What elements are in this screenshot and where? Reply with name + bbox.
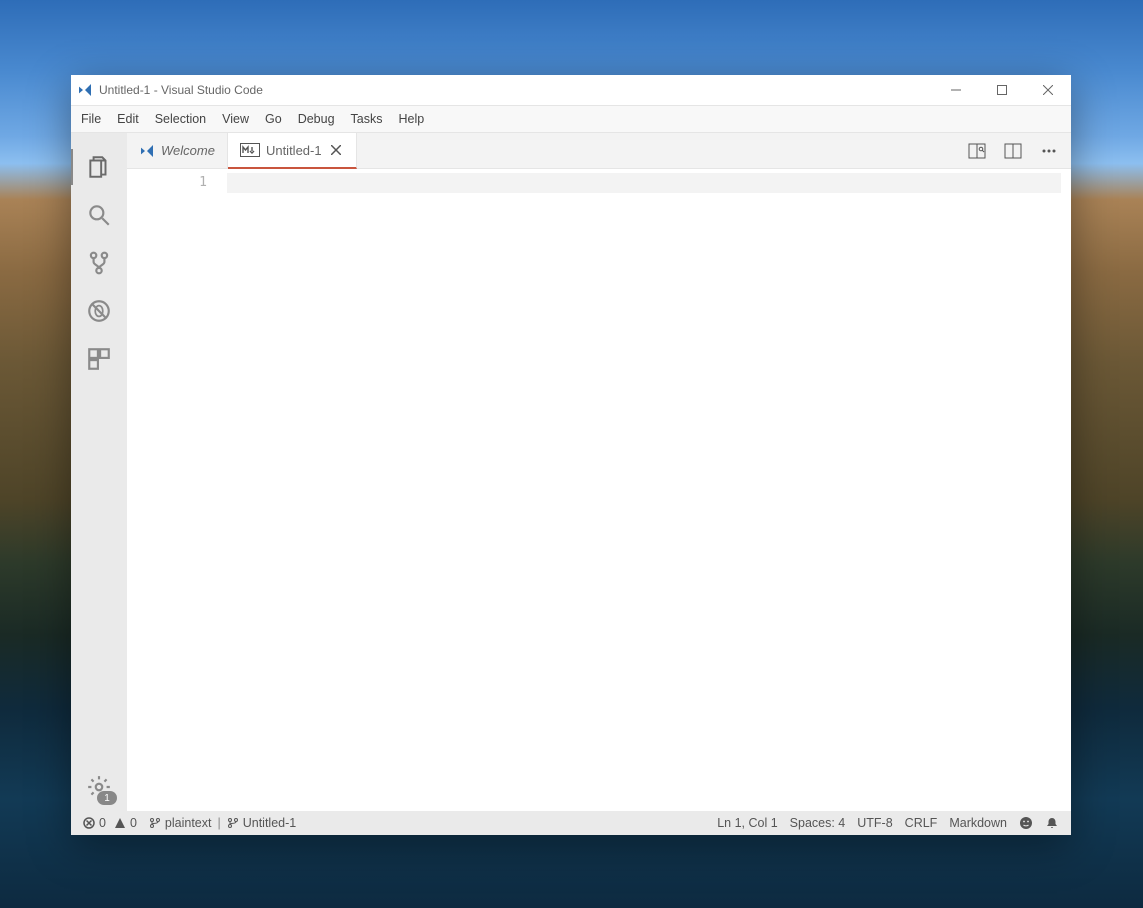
- status-git-untitled[interactable]: Untitled-1: [221, 811, 303, 835]
- current-line-highlight: [227, 173, 1061, 193]
- error-count: 0: [99, 816, 106, 830]
- tab-welcome[interactable]: Welcome: [127, 133, 228, 168]
- minimize-button[interactable]: [933, 75, 979, 105]
- menu-edit[interactable]: Edit: [109, 108, 147, 130]
- more-actions-icon[interactable]: [1033, 133, 1065, 168]
- activity-search[interactable]: [71, 191, 127, 239]
- error-icon: [83, 817, 95, 829]
- close-button[interactable]: [1025, 75, 1071, 105]
- titlebar: Untitled-1 - Visual Studio Code: [71, 75, 1071, 106]
- menu-tasks[interactable]: Tasks: [343, 108, 391, 130]
- status-bar: 0 0 plaintext | Untitled-1 Ln 1, Col 1 S…: [71, 811, 1071, 835]
- smiley-icon: [1019, 816, 1033, 830]
- tab-actions: [961, 133, 1071, 168]
- menu-selection[interactable]: Selection: [147, 108, 214, 130]
- git-branch-icon: [227, 817, 239, 829]
- status-language-mode[interactable]: Markdown: [943, 811, 1013, 835]
- git-branch-icon: [149, 817, 161, 829]
- tab-label: Welcome: [161, 143, 215, 158]
- editor[interactable]: 1: [127, 169, 1071, 811]
- activity-source-control[interactable]: [71, 239, 127, 287]
- markdown-icon: [240, 143, 260, 157]
- split-editor-icon[interactable]: [997, 133, 1029, 168]
- menu-file[interactable]: File: [73, 108, 109, 130]
- menu-go[interactable]: Go: [257, 108, 290, 130]
- activity-explorer[interactable]: [71, 143, 127, 191]
- vscode-icon: [139, 143, 155, 159]
- warning-icon: [114, 817, 126, 829]
- tab-bar: Welcome Untitled-1: [127, 133, 1071, 169]
- tab-label: Untitled-1: [266, 143, 322, 158]
- menu-help[interactable]: Help: [391, 108, 433, 130]
- vscode-app-icon: [77, 82, 93, 98]
- editor-text-area[interactable]: [227, 169, 1071, 811]
- status-cursor-position[interactable]: Ln 1, Col 1: [711, 811, 783, 835]
- menubar: File Edit Selection View Go Debug Tasks …: [71, 106, 1071, 133]
- activity-extensions[interactable]: [71, 335, 127, 383]
- status-eol[interactable]: CRLF: [899, 811, 944, 835]
- status-indentation[interactable]: Spaces: 4: [784, 811, 852, 835]
- status-text: plaintext: [165, 816, 212, 830]
- close-icon[interactable]: [328, 142, 344, 158]
- tab-untitled-1[interactable]: Untitled-1: [228, 133, 357, 169]
- editor-region: Welcome Untitled-1 1: [127, 133, 1071, 811]
- activity-debug[interactable]: [71, 287, 127, 335]
- vscode-window: Untitled-1 - Visual Studio Code File Edi…: [71, 75, 1071, 835]
- window-title: Untitled-1 - Visual Studio Code: [99, 83, 263, 97]
- menu-debug[interactable]: Debug: [290, 108, 343, 130]
- desktop-wallpaper: Untitled-1 - Visual Studio Code File Edi…: [0, 0, 1143, 908]
- warning-count: 0: [130, 816, 137, 830]
- activity-bar: 1: [71, 133, 127, 811]
- status-encoding[interactable]: UTF-8: [851, 811, 898, 835]
- line-number-gutter: 1: [127, 169, 227, 811]
- maximize-button[interactable]: [979, 75, 1025, 105]
- status-git-plaintext[interactable]: plaintext: [143, 811, 218, 835]
- status-notifications[interactable]: [1039, 811, 1065, 835]
- menu-view[interactable]: View: [214, 108, 257, 130]
- status-text: Untitled-1: [243, 816, 297, 830]
- activity-settings[interactable]: 1: [71, 763, 127, 811]
- settings-badge: 1: [97, 791, 117, 805]
- status-feedback[interactable]: [1013, 811, 1039, 835]
- line-number: 1: [127, 173, 207, 193]
- open-preview-side-icon[interactable]: [961, 133, 993, 168]
- bell-icon: [1045, 816, 1059, 830]
- status-problems[interactable]: 0 0: [77, 811, 143, 835]
- window-controls: [933, 75, 1071, 105]
